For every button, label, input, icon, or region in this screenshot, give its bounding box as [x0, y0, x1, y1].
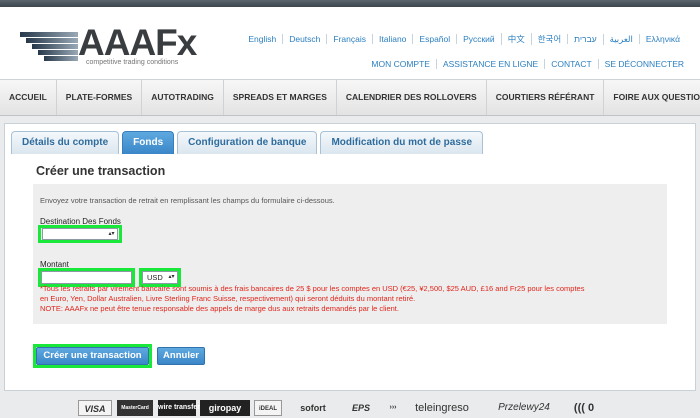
rings-icon: ((( 0	[573, 402, 595, 414]
amount-input[interactable]	[41, 271, 132, 284]
contact-link[interactable]: CONTACT	[544, 59, 597, 69]
przelewy24-logo: Przelewy24	[498, 402, 550, 413]
lang-link-arabic[interactable]: العربية	[602, 34, 639, 45]
eps-logo: EPS	[351, 403, 370, 413]
tab-change-password[interactable]: Modification du mot de passe	[320, 131, 484, 154]
my-account-link[interactable]: MON COMPTE	[365, 59, 436, 69]
tab-account-details[interactable]: Détails du compte	[11, 131, 120, 154]
transaction-form: Envoyez votre transaction de retrait en …	[33, 184, 667, 324]
lang-link-russian[interactable]: Русский	[456, 34, 501, 44]
lang-link-hebrew[interactable]: עברית	[567, 34, 602, 44]
lang-link-italiano[interactable]: Italiano	[372, 34, 412, 44]
account-links: MON COMPTE ASSISTANCE EN LIGNE CONTACT SE D…	[365, 59, 690, 69]
currency-value: USD	[147, 273, 163, 282]
tab-funds[interactable]: Fonds	[122, 131, 175, 154]
nav-item-faq[interactable]: FOIRE AUX QUESTIONS	[604, 80, 700, 115]
logout-link[interactable]: SE DÉCONNECTER	[597, 59, 690, 69]
fees-note: *Tous les retraits par virement bancaire…	[40, 284, 585, 313]
giropay-logo: giropay	[200, 400, 250, 416]
tab-bank-configuration[interactable]: Configuration de banque	[177, 131, 318, 154]
cancel-button[interactable]: Annuler	[157, 347, 205, 365]
language-links: English Deutsch Français Italiano Español Рус…	[242, 33, 686, 45]
logo-stack-icon	[20, 32, 78, 62]
account-tabs: Détails du compte Fonds Configuration de…	[11, 131, 486, 154]
account-panel: Détails du compte Fonds Configuration de…	[4, 123, 696, 391]
sofort-logo: sofort	[300, 403, 326, 413]
page-title: Créer une transaction	[36, 164, 166, 178]
nav-item-calendrier[interactable]: CALENDRIER DES ROLLOVERS	[337, 80, 487, 115]
logo-tagline: competitive trading conditions	[86, 59, 179, 66]
online-support-link[interactable]: ASSISTANCE EN LIGNE	[435, 59, 544, 69]
currency-arrows-icon: ▴▾	[168, 274, 175, 280]
nav-item-accueil[interactable]: ACCUEIL	[0, 80, 57, 115]
teleingreso-logo: teleingreso	[415, 402, 469, 414]
top-bar	[0, 0, 700, 7]
tab-content: Créer une transaction Envoyez votre tran…	[19, 154, 681, 386]
nav-item-spreads[interactable]: SPREADS ET MARGES	[224, 80, 337, 115]
ideal-logo: iDEAL	[254, 400, 282, 416]
logo-wordmark: AAAFx	[78, 22, 197, 63]
lang-link-deutsch[interactable]: Deutsch	[282, 34, 326, 44]
destination-select[interactable]: ▴▾	[42, 228, 118, 240]
lang-link-korean[interactable]: 한국어	[530, 33, 567, 45]
lang-link-greek[interactable]: Ελληνικά	[638, 34, 686, 44]
lang-link-francais[interactable]: Français	[326, 34, 372, 44]
lang-link-espanol[interactable]: Español	[412, 34, 456, 44]
nav-item-plate-formes[interactable]: PLATE-FORMES	[57, 80, 143, 115]
visa-logo: VISA	[78, 400, 112, 416]
stripes-icon: ›››	[389, 404, 397, 411]
nav-item-autotrading[interactable]: AUTOTRADING	[142, 80, 224, 115]
main-nav: ACCUEIL PLATE-FORMES AUTOTRADING SPREADS…	[0, 79, 700, 116]
select-arrows-icon: ▴▾	[108, 231, 115, 237]
lang-link-chinese[interactable]: 中文	[500, 33, 531, 45]
currency-select[interactable]: USD ▴▾	[142, 271, 178, 284]
nav-item-courtiers[interactable]: COURTIERS RÉFÉRANT	[487, 80, 605, 115]
create-transaction-button[interactable]: Créer une transaction	[36, 347, 149, 365]
form-intro-text: Envoyez votre transaction de retrait en …	[40, 196, 335, 205]
lang-link-english[interactable]: English	[242, 34, 282, 44]
mastercard-logo: MasterCard	[117, 400, 153, 416]
site-header: AAAFx competitive trading conditions Eng…	[0, 7, 700, 79]
aaafx-logo[interactable]: AAAFx competitive trading conditions	[20, 22, 202, 72]
payment-methods-strip: VISA MasterCard wire transfer giropay iD…	[0, 398, 700, 418]
wire-transfer-logo: wire transfer	[158, 400, 200, 416]
